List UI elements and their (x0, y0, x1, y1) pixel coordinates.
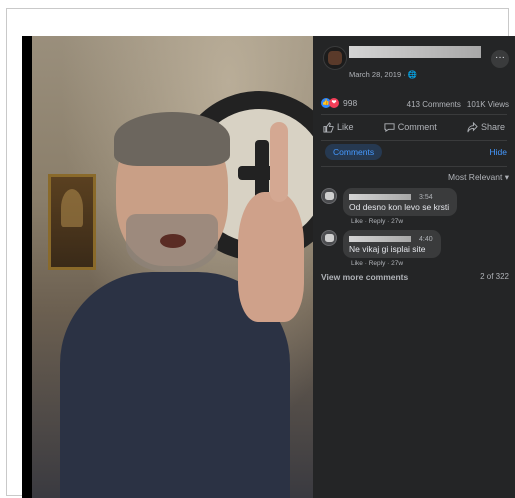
divider (321, 166, 507, 167)
more-options-button[interactable]: ··· (491, 50, 509, 68)
comment-bubble: 3:54 Od desno kon levo se krsti (343, 188, 458, 216)
comment-count[interactable]: 413 Comments (407, 100, 461, 109)
divider (321, 140, 507, 141)
video-player[interactable] (32, 36, 313, 498)
like-button[interactable]: Like (321, 121, 356, 133)
thumbs-up-outline-icon (323, 121, 334, 133)
comment-timestamp: 4:40 (419, 236, 433, 243)
author-name-redacted[interactable] (349, 46, 481, 58)
commenter-name-redacted[interactable] (349, 193, 411, 200)
comment-text: Od desno kon levo se krsti (349, 202, 450, 212)
speaking-man (60, 112, 310, 498)
commenter-avatar[interactable] (321, 230, 337, 246)
view-count: 101K Views (466, 100, 509, 109)
comment-button[interactable]: Comment (382, 122, 439, 133)
share-label: Share (480, 122, 505, 132)
comment-actions[interactable]: Like · Reply · 27w (351, 260, 403, 267)
reaction-summary[interactable]: 👍 ❤ 998 (321, 98, 357, 108)
share-arrow-icon (467, 121, 478, 133)
share-button[interactable]: Share (465, 121, 507, 133)
speech-bubble-icon (384, 122, 395, 133)
author-avatar[interactable] (323, 46, 347, 70)
sort-dropdown[interactable]: Most Relevant ▾ (448, 172, 509, 183)
raised-finger (270, 122, 288, 202)
comment-actions[interactable]: Like · Reply · 27w (351, 218, 403, 225)
heart-icon: ❤ (329, 98, 339, 108)
comment-page-count: 2 of 322 (480, 272, 509, 281)
comment-bubble: 4:40 Ne vikaj gi isplai site (343, 230, 441, 258)
post-sidebar: March 28, 2019 · 🌐 ··· 👍 ❤ 998 413 Comme… (313, 36, 515, 498)
comment-tabs: Comments Hide (321, 144, 507, 164)
action-bar: Like Comment Share (321, 116, 507, 138)
raised-hand (238, 192, 304, 322)
hide-comments-link[interactable]: Hide (490, 147, 507, 157)
mouth (160, 234, 186, 248)
divider (321, 114, 507, 115)
commenter-avatar[interactable] (321, 188, 337, 204)
hair (114, 112, 230, 166)
post-stats: 413 Comments 101K Views (401, 100, 509, 109)
commenter-name-redacted[interactable] (349, 235, 411, 242)
reaction-count: 998 (343, 98, 358, 108)
post-date[interactable]: March 28, 2019 · 🌐 (349, 70, 417, 79)
comment-timestamp: 3:54 (419, 194, 433, 201)
view-more-comments-link[interactable]: View more comments (321, 272, 408, 282)
like-label: Like (337, 122, 354, 132)
comment-label: Comment (397, 122, 437, 132)
tab-comments[interactable]: Comments (325, 144, 383, 160)
comment-text: Ne vikaj gi isplai site (349, 244, 426, 254)
photo-viewer: March 28, 2019 · 🌐 ··· 👍 ❤ 998 413 Comme… (22, 36, 515, 498)
